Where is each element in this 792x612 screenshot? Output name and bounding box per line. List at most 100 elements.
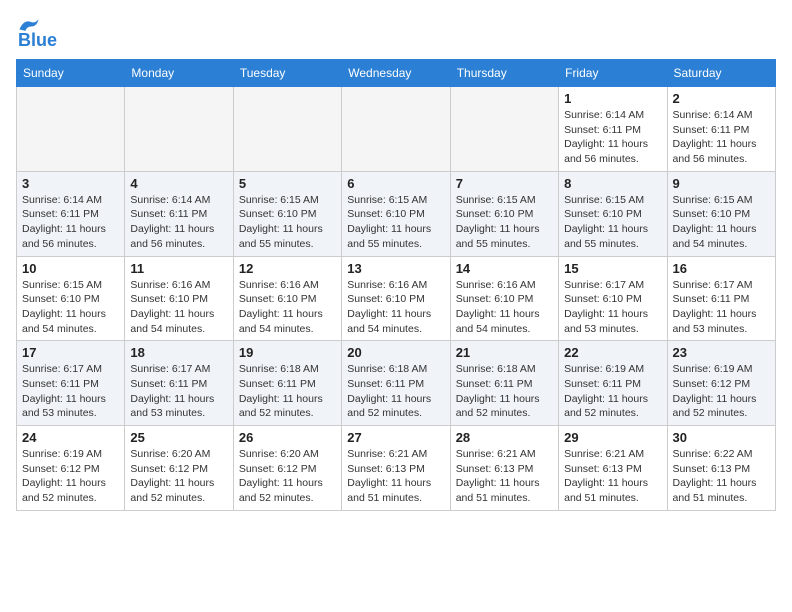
- day-number: 27: [347, 430, 444, 445]
- day-info: Sunrise: 6:14 AM Sunset: 6:11 PM Dayligh…: [22, 193, 119, 252]
- weekday-header-wednesday: Wednesday: [342, 60, 450, 87]
- day-number: 2: [673, 91, 770, 106]
- day-cell-11: 11 Sunrise: 6:16 AM Sunset: 6:10 PM Dayli…: [125, 256, 233, 341]
- day-cell-13: 13Sunrise: 6:16 AM Sunset: 6:10 PM Dayli…: [342, 256, 450, 341]
- logo: Blue: [16, 16, 57, 51]
- day-cell-12: 12Sunrise: 6:16 AM Sunset: 6:10 PM Dayli…: [233, 256, 341, 341]
- empty-cell: [342, 87, 450, 172]
- week-row-5: 24 Sunrise: 6:19 AM Sunset: 6:12 PM Dayli…: [17, 426, 776, 511]
- day-cell-7: 7Sunrise: 6:15 AM Sunset: 6:10 PM Daylig…: [450, 171, 558, 256]
- day-cell-9: 9 Sunrise: 6:15 AM Sunset: 6:10 PM Daylig…: [667, 171, 775, 256]
- day-number: 11: [130, 261, 227, 276]
- day-info: Sunrise: 6:20 AM Sunset: 6:12 PM Dayligh…: [239, 447, 336, 506]
- weekday-header-saturday: Saturday: [667, 60, 775, 87]
- day-number: 14: [456, 261, 553, 276]
- day-number: 13: [347, 261, 444, 276]
- empty-cell: [125, 87, 233, 172]
- day-number: 4: [130, 176, 227, 191]
- header: Blue: [16, 16, 776, 51]
- day-info: Sunrise: 6:16 AM Sunset: 6:10 PM Dayligh…: [456, 278, 553, 337]
- day-number: 21: [456, 345, 553, 360]
- day-info: Sunrise: 6:21 AM Sunset: 6:13 PM Dayligh…: [456, 447, 553, 506]
- day-info: Sunrise: 6:16 AM Sunset: 6:10 PM Dayligh…: [130, 278, 227, 337]
- day-info: Sunrise: 6:19 AM Sunset: 6:12 PM Dayligh…: [22, 447, 119, 506]
- weekday-header-row: SundayMondayTuesdayWednesdayThursdayFrid…: [17, 60, 776, 87]
- day-number: 1: [564, 91, 661, 106]
- day-info: Sunrise: 6:17 AM Sunset: 6:11 PM Dayligh…: [22, 362, 119, 421]
- empty-cell: [450, 87, 558, 172]
- day-info: Sunrise: 6:19 AM Sunset: 6:11 PM Dayligh…: [564, 362, 661, 421]
- day-cell-5: 5 Sunrise: 6:15 AM Sunset: 6:10 PM Daylig…: [233, 171, 341, 256]
- day-info: Sunrise: 6:21 AM Sunset: 6:13 PM Dayligh…: [347, 447, 444, 506]
- day-number: 18: [130, 345, 227, 360]
- day-number: 17: [22, 345, 119, 360]
- day-number: 12: [239, 261, 336, 276]
- day-cell-23: 23Sunrise: 6:19 AM Sunset: 6:12 PM Dayli…: [667, 341, 775, 426]
- day-info: Sunrise: 6:17 AM Sunset: 6:11 PM Dayligh…: [130, 362, 227, 421]
- week-row-1: 1 Sunrise: 6:14 AM Sunset: 6:11 PM Daylig…: [17, 87, 776, 172]
- day-cell-8: 8Sunrise: 6:15 AM Sunset: 6:10 PM Daylig…: [559, 171, 667, 256]
- day-cell-10: 10 Sunrise: 6:15 AM Sunset: 6:10 PM Dayli…: [17, 256, 125, 341]
- day-info: Sunrise: 6:22 AM Sunset: 6:13 PM Dayligh…: [673, 447, 770, 506]
- day-number: 15: [564, 261, 661, 276]
- day-cell-1: 1 Sunrise: 6:14 AM Sunset: 6:11 PM Daylig…: [559, 87, 667, 172]
- empty-cell: [233, 87, 341, 172]
- day-info: Sunrise: 6:14 AM Sunset: 6:11 PM Dayligh…: [130, 193, 227, 252]
- week-row-3: 10 Sunrise: 6:15 AM Sunset: 6:10 PM Dayli…: [17, 256, 776, 341]
- day-number: 23: [673, 345, 770, 360]
- day-cell-25: 25 Sunrise: 6:20 AM Sunset: 6:12 PM Dayli…: [125, 426, 233, 511]
- day-number: 25: [130, 430, 227, 445]
- day-number: 8: [564, 176, 661, 191]
- weekday-header-sunday: Sunday: [17, 60, 125, 87]
- day-cell-24: 24 Sunrise: 6:19 AM Sunset: 6:12 PM Dayli…: [17, 426, 125, 511]
- day-cell-16: 16 Sunrise: 6:17 AM Sunset: 6:11 PM Dayli…: [667, 256, 775, 341]
- weekday-header-monday: Monday: [125, 60, 233, 87]
- day-info: Sunrise: 6:15 AM Sunset: 6:10 PM Dayligh…: [347, 193, 444, 252]
- day-cell-27: 27 Sunrise: 6:21 AM Sunset: 6:13 PM Dayli…: [342, 426, 450, 511]
- day-number: 7: [456, 176, 553, 191]
- empty-cell: [17, 87, 125, 172]
- day-cell-30: 30 Sunrise: 6:22 AM Sunset: 6:13 PM Dayli…: [667, 426, 775, 511]
- day-cell-20: 20 Sunrise: 6:18 AM Sunset: 6:11 PM Dayli…: [342, 341, 450, 426]
- day-number: 3: [22, 176, 119, 191]
- day-cell-2: 2 Sunrise: 6:14 AM Sunset: 6:11 PM Daylig…: [667, 87, 775, 172]
- day-cell-18: 18 Sunrise: 6:17 AM Sunset: 6:11 PM Dayli…: [125, 341, 233, 426]
- day-cell-21: 21 Sunrise: 6:18 AM Sunset: 6:11 PM Dayli…: [450, 341, 558, 426]
- week-row-4: 17 Sunrise: 6:17 AM Sunset: 6:11 PM Dayli…: [17, 341, 776, 426]
- day-cell-26: 26 Sunrise: 6:20 AM Sunset: 6:12 PM Dayli…: [233, 426, 341, 511]
- day-cell-14: 14 Sunrise: 6:16 AM Sunset: 6:10 PM Dayli…: [450, 256, 558, 341]
- day-number: 24: [22, 430, 119, 445]
- day-number: 9: [673, 176, 770, 191]
- day-cell-15: 15 Sunrise: 6:17 AM Sunset: 6:10 PM Dayli…: [559, 256, 667, 341]
- day-number: 26: [239, 430, 336, 445]
- day-number: 19: [239, 345, 336, 360]
- day-info: Sunrise: 6:14 AM Sunset: 6:11 PM Dayligh…: [673, 108, 770, 167]
- day-info: Sunrise: 6:17 AM Sunset: 6:11 PM Dayligh…: [673, 278, 770, 337]
- calendar: SundayMondayTuesdayWednesdayThursdayFrid…: [16, 59, 776, 511]
- day-info: Sunrise: 6:15 AM Sunset: 6:10 PM Dayligh…: [22, 278, 119, 337]
- day-info: Sunrise: 6:20 AM Sunset: 6:12 PM Dayligh…: [130, 447, 227, 506]
- day-info: Sunrise: 6:15 AM Sunset: 6:10 PM Dayligh…: [239, 193, 336, 252]
- day-info: Sunrise: 6:14 AM Sunset: 6:11 PM Dayligh…: [564, 108, 661, 167]
- day-number: 16: [673, 261, 770, 276]
- day-number: 5: [239, 176, 336, 191]
- day-cell-19: 19 Sunrise: 6:18 AM Sunset: 6:11 PM Dayli…: [233, 341, 341, 426]
- logo-blue: Blue: [18, 30, 57, 51]
- day-number: 28: [456, 430, 553, 445]
- weekday-header-thursday: Thursday: [450, 60, 558, 87]
- day-number: 6: [347, 176, 444, 191]
- day-info: Sunrise: 6:18 AM Sunset: 6:11 PM Dayligh…: [347, 362, 444, 421]
- day-info: Sunrise: 6:17 AM Sunset: 6:10 PM Dayligh…: [564, 278, 661, 337]
- day-number: 10: [22, 261, 119, 276]
- week-row-2: 3 Sunrise: 6:14 AM Sunset: 6:11 PM Daylig…: [17, 171, 776, 256]
- day-info: Sunrise: 6:18 AM Sunset: 6:11 PM Dayligh…: [239, 362, 336, 421]
- day-number: 20: [347, 345, 444, 360]
- day-info: Sunrise: 6:15 AM Sunset: 6:10 PM Dayligh…: [673, 193, 770, 252]
- day-cell-17: 17 Sunrise: 6:17 AM Sunset: 6:11 PM Dayli…: [17, 341, 125, 426]
- day-cell-22: 22Sunrise: 6:19 AM Sunset: 6:11 PM Dayli…: [559, 341, 667, 426]
- weekday-header-tuesday: Tuesday: [233, 60, 341, 87]
- weekday-header-friday: Friday: [559, 60, 667, 87]
- day-info: Sunrise: 6:21 AM Sunset: 6:13 PM Dayligh…: [564, 447, 661, 506]
- day-number: 30: [673, 430, 770, 445]
- day-info: Sunrise: 6:18 AM Sunset: 6:11 PM Dayligh…: [456, 362, 553, 421]
